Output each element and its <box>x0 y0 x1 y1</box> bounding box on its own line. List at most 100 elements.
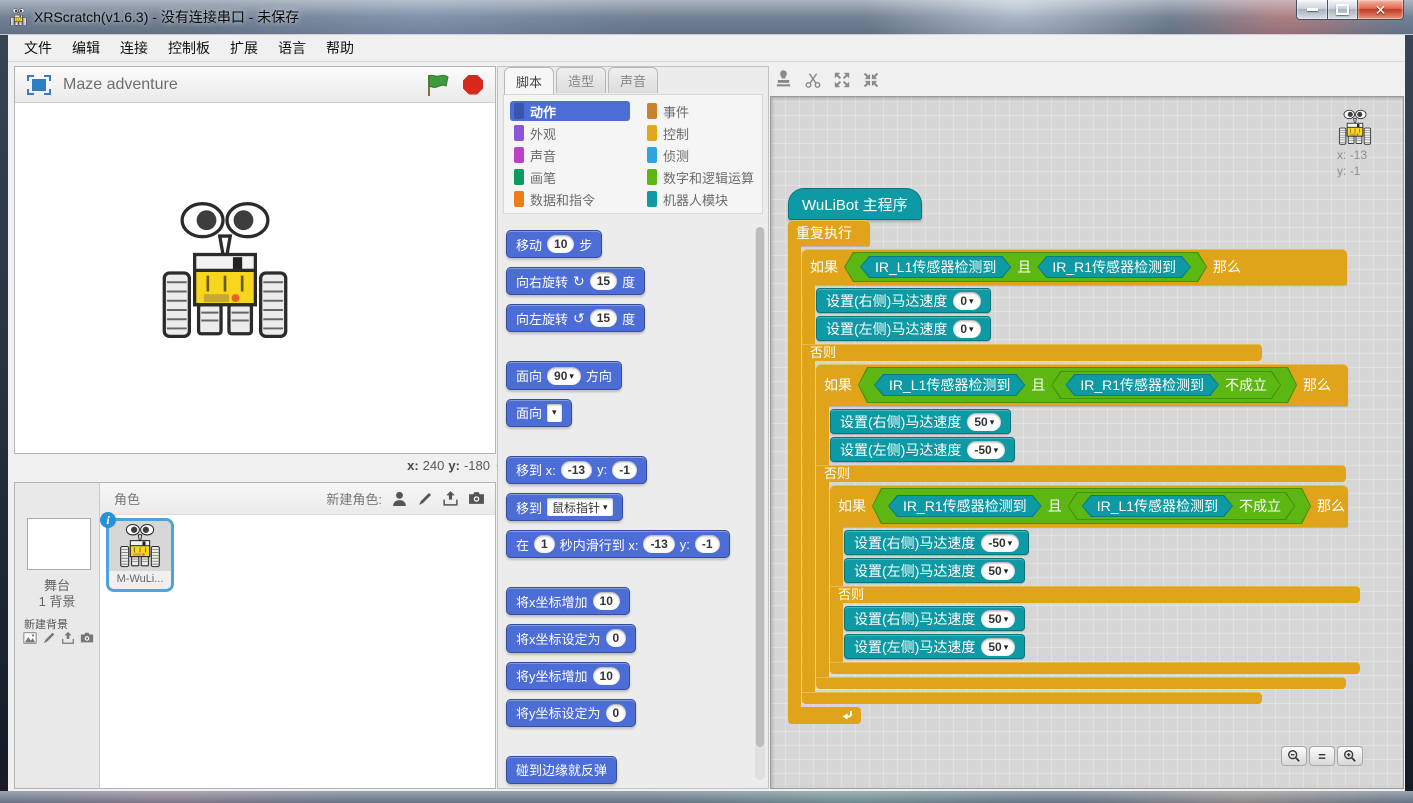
value-oval[interactable]: 0 <box>606 704 627 722</box>
block-move-steps[interactable]: 移动10步 <box>506 230 602 258</box>
block-turn-left[interactable]: 向左旋转↺15度 <box>506 304 645 332</box>
value-oval[interactable]: 15 <box>590 272 617 290</box>
paint-sprite-icon[interactable] <box>417 491 433 507</box>
if1-header[interactable]: 如果 IR_L1传感器检测到 且 IR_R1传感器检测到 那么 <box>802 249 1347 285</box>
block-turn-right[interactable]: 向右旋转↻15度 <box>506 267 645 295</box>
camera-backdrop-icon[interactable] <box>80 631 94 645</box>
stage-canvas[interactable] <box>15 103 495 451</box>
sensor-ir-r1[interactable]: IR_R1传感器检测到 <box>888 495 1042 517</box>
zoom-in-button[interactable] <box>1337 746 1363 766</box>
and-condition[interactable]: IR_L1传感器检测到 且 IR_R1传感器检测到 不成立 <box>858 367 1297 403</box>
menu-edit[interactable]: 编辑 <box>62 34 110 62</box>
scrollbar-thumb[interactable] <box>756 227 764 747</box>
category-control[interactable]: 控制 <box>643 123 762 143</box>
if2-header[interactable]: 如果 IR_L1传感器检测到 且 IR_R1传感器检测到 不成立 <box>816 364 1348 406</box>
category-sensing[interactable]: 侦测 <box>643 145 762 165</box>
close-button[interactable]: ✕ <box>1358 0 1404 20</box>
menu-extensions[interactable]: 扩展 <box>220 34 268 62</box>
y-oval[interactable]: -1 <box>695 535 720 553</box>
sprite-tile-selected[interactable]: M-WuLi... <box>106 518 174 592</box>
stop-button[interactable] <box>463 75 483 95</box>
category-events[interactable]: 事件 <box>643 101 762 121</box>
forever-header[interactable]: 重复执行 <box>788 220 870 246</box>
speed-dropdown[interactable]: 50▾ <box>981 610 1015 628</box>
paint-backdrop-icon[interactable] <box>42 631 56 645</box>
backdrop-library-icon[interactable] <box>23 631 37 645</box>
category-looks[interactable]: 外观 <box>510 123 643 143</box>
sensor-ir-l1[interactable]: IR_L1传感器检测到 <box>874 374 1025 396</box>
script-canvas[interactable]: x: -13 y: -1 WuLiBot 主程序 重复执行 如果 IR_L1传感… <box>770 96 1404 789</box>
block-goto-xy[interactable]: 移到 x:-13y:-1 <box>506 456 647 484</box>
shrink-icon[interactable] <box>862 71 880 89</box>
zoom-out-button[interactable] <box>1281 746 1307 766</box>
sensor-ir-r1[interactable]: IR_R1传感器检测到 <box>1065 374 1219 396</box>
x-oval[interactable]: -13 <box>643 535 674 553</box>
menu-board[interactable]: 控制板 <box>158 34 220 62</box>
category-data[interactable]: 数据和指令 <box>510 189 643 209</box>
tab-sounds[interactable]: 声音 <box>608 67 658 93</box>
speed-dropdown[interactable]: -50▾ <box>967 441 1005 459</box>
category-robot[interactable]: 机器人模块 <box>643 189 762 209</box>
set-left-motor-block[interactable]: 设置(左侧)马达速度0▾ <box>816 316 991 341</box>
minimize-button[interactable] <box>1296 0 1328 20</box>
value-oval[interactable]: 10 <box>593 667 620 685</box>
category-sound[interactable]: 声音 <box>510 145 643 165</box>
block-bounce[interactable]: 碰到边缘就反弹 <box>506 756 617 784</box>
value-oval[interactable]: 0 <box>606 629 627 647</box>
speed-dropdown[interactable]: 0▾ <box>953 320 980 338</box>
set-right-motor-block[interactable]: 设置(右侧)马达速度0▾ <box>816 288 991 313</box>
block-point-direction[interactable]: 面向90▾方向 <box>506 361 622 389</box>
block-set-y[interactable]: 将y坐标设定为0 <box>506 699 636 727</box>
and-condition[interactable]: IR_L1传感器检测到 且 IR_R1传感器检测到 <box>844 252 1207 282</box>
and-condition[interactable]: IR_R1传感器检测到 且 IR_L1传感器检测到 不成立 <box>872 488 1311 524</box>
maximize-button[interactable] <box>1328 0 1358 20</box>
if3-header[interactable]: 如果 IR_R1传感器检测到 且 IR_L1传感器检测到 不成立 <box>830 485 1348 527</box>
sensor-ir-l1[interactable]: IR_L1传感器检测到 <box>1082 495 1233 517</box>
block-glide[interactable]: 在1秒内滑行到 x:-13y:-1 <box>506 530 730 558</box>
if-block-3[interactable]: 如果 IR_R1传感器检测到 且 IR_L1传感器检测到 不成立 <box>830 485 1348 674</box>
forever-block[interactable]: 重复执行 如果 IR_L1传感器检测到 且 IR_R1传感器检测到 那么 <box>788 220 1347 724</box>
zoom-reset-button[interactable]: = <box>1309 746 1335 766</box>
set-left-motor-block[interactable]: 设置(左侧)马达速度50▾ <box>844 558 1025 583</box>
upload-backdrop-icon[interactable] <box>61 631 75 645</box>
stage-thumbnail[interactable] <box>27 518 91 570</box>
value-oval[interactable]: 10 <box>547 235 574 253</box>
y-oval[interactable]: -1 <box>612 461 637 479</box>
tab-scripts[interactable]: 脚本 <box>504 67 554 94</box>
set-right-motor-block[interactable]: 设置(右侧)马达速度-50▾ <box>844 530 1029 555</box>
robot-sprite[interactable] <box>159 199 291 347</box>
if2-else-bar[interactable]: 否则 <box>816 465 1346 482</box>
sensor-ir-r1[interactable]: IR_R1传感器检测到 <box>1037 256 1191 278</box>
fullscreen-icon[interactable] <box>27 75 51 95</box>
if-block-1[interactable]: 如果 IR_L1传感器检测到 且 IR_R1传感器检测到 那么 设置(右侧)马达… <box>802 249 1347 704</box>
if1-else-bar[interactable]: 否则 <box>802 344 1262 361</box>
grow-icon[interactable] <box>833 71 851 89</box>
scissors-icon[interactable] <box>804 71 822 89</box>
stamp-icon[interactable] <box>774 70 793 89</box>
speed-dropdown[interactable]: -50▾ <box>981 534 1019 552</box>
script-stack[interactable]: WuLiBot 主程序 重复执行 如果 IR_L1传感器检测到 且 IR_R1传… <box>788 188 1347 724</box>
sprite-library-icon[interactable] <box>391 490 408 507</box>
secs-oval[interactable]: 1 <box>534 535 555 553</box>
tab-costumes[interactable]: 造型 <box>556 67 606 93</box>
green-flag-button[interactable] <box>425 73 451 97</box>
block-goto-mouse[interactable]: 移到鼠标指针▾ <box>506 493 623 521</box>
menu-connect[interactable]: 连接 <box>110 34 158 62</box>
value-oval[interactable]: 15 <box>590 309 617 327</box>
sensor-ir-l1[interactable]: IR_L1传感器检测到 <box>860 256 1011 278</box>
menu-help[interactable]: 帮助 <box>316 34 364 62</box>
block-set-x[interactable]: 将x坐标设定为0 <box>506 624 636 652</box>
menu-language[interactable]: 语言 <box>268 34 316 62</box>
set-left-motor-block[interactable]: 设置(左侧)马达速度-50▾ <box>830 437 1015 462</box>
speed-dropdown[interactable]: 0▾ <box>953 292 980 310</box>
target-dropdown[interactable]: ▾ <box>547 404 562 422</box>
block-change-y[interactable]: 将y坐标增加10 <box>506 662 630 690</box>
value-oval[interactable]: 10 <box>593 592 620 610</box>
x-oval[interactable]: -13 <box>561 461 592 479</box>
goto-dropdown[interactable]: 鼠标指针▾ <box>547 498 613 516</box>
not-condition[interactable]: IR_R1传感器检测到 不成立 <box>1051 371 1281 399</box>
sprite-info-badge[interactable]: i <box>100 512 116 528</box>
category-motion[interactable]: 动作 <box>510 101 630 121</box>
block-point-towards[interactable]: 面向▾ <box>506 399 572 427</box>
menu-file[interactable]: 文件 <box>14 34 62 62</box>
